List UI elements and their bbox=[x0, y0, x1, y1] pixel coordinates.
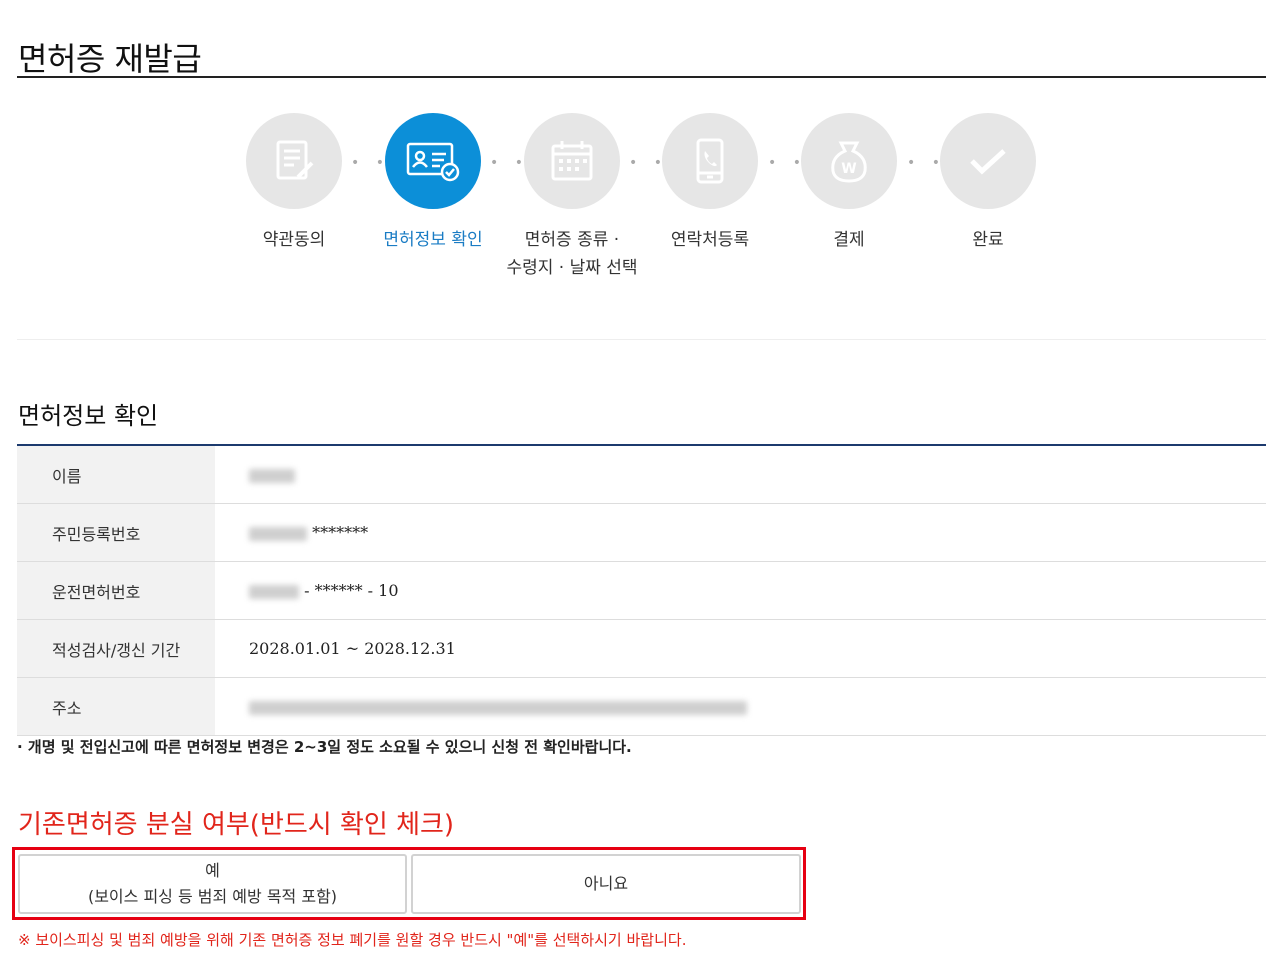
rrn-label: 주민등록번호 bbox=[17, 503, 215, 562]
yes-button-label: 예 bbox=[205, 861, 220, 880]
phone-icon bbox=[662, 113, 758, 209]
license-info-table: 이름 주민등록번호 ******* 운전면허번호 - ****** - 10 적… bbox=[17, 446, 1266, 736]
name-value bbox=[215, 446, 1266, 504]
yes-button[interactable]: 예 (보이스 피싱 등 범죄 예방 목적 포함) bbox=[18, 854, 407, 914]
table-row: 주소 bbox=[17, 677, 1266, 736]
step-type-place-date: 면허증 종류 · 수령지 · 날짜 선택 bbox=[502, 113, 642, 282]
step-label: 완료 bbox=[972, 230, 1004, 250]
step-license-info: 면허정보 확인 bbox=[363, 113, 503, 254]
license-number-value: - ****** - 10 bbox=[215, 561, 1266, 620]
address-label: 주소 bbox=[17, 677, 215, 736]
step-label: 약관동의 bbox=[262, 230, 326, 250]
step-contact: 연락처등록 bbox=[640, 113, 780, 254]
step-terms: 약관동의 bbox=[224, 113, 364, 254]
step-complete: 완료 bbox=[918, 113, 1058, 254]
voice-phishing-warning: ※ 보이스피싱 및 범죄 예방을 위해 기존 면허증 정보 폐기를 원할 경우 … bbox=[18, 931, 687, 949]
info-change-notice: · 개명 및 전입신고에 따른 면허정보 변경은 2~3일 정도 소요될 수 있… bbox=[17, 738, 632, 756]
license-number-label: 운전면허번호 bbox=[17, 561, 215, 620]
name-label: 이름 bbox=[17, 446, 215, 504]
table-row: 운전면허번호 - ****** - 10 bbox=[17, 561, 1266, 620]
table-row: 이름 bbox=[17, 446, 1266, 504]
no-button[interactable]: 아니요 bbox=[411, 854, 801, 914]
divider bbox=[17, 339, 1266, 340]
calendar-icon bbox=[524, 113, 620, 209]
lost-license-question: 기존면허증 분실 여부(반드시 확인 체크) bbox=[18, 810, 455, 840]
renewal-period-value: 2028.01.01 ~ 2028.12.31 bbox=[215, 619, 1266, 678]
rrn-value: ******* bbox=[215, 503, 1266, 562]
license-number-masked: - ****** - 10 bbox=[304, 581, 399, 600]
checkmark-icon bbox=[940, 113, 1036, 209]
step-payment: W 결제 bbox=[779, 113, 919, 254]
document-edit-icon bbox=[246, 113, 342, 209]
title-divider bbox=[17, 76, 1266, 78]
step-label: 결제 bbox=[833, 230, 865, 250]
renewal-period-label: 적성검사/갱신 기간 bbox=[17, 619, 215, 678]
step-label: 면허증 종류 · 수령지 · 날짜 선택 bbox=[502, 226, 642, 282]
id-card-check-icon bbox=[385, 113, 481, 209]
section-title: 면허정보 확인 bbox=[18, 402, 159, 430]
rrn-masked: ******* bbox=[312, 523, 369, 542]
step-label: 연락처등록 bbox=[670, 230, 750, 250]
money-bag-icon: W bbox=[801, 113, 897, 209]
table-row: 적성검사/갱신 기간 2028.01.01 ~ 2028.12.31 bbox=[17, 619, 1266, 678]
table-row: 주민등록번호 ******* bbox=[17, 503, 1266, 562]
svg-text:W: W bbox=[841, 161, 856, 177]
step-label-line1: 면허증 종류 · bbox=[524, 230, 620, 250]
step-label-line2: 수령지 · 날짜 선택 bbox=[506, 258, 638, 278]
no-button-label: 아니요 bbox=[583, 874, 629, 893]
yes-button-sublabel: (보이스 피싱 등 범죄 예방 목적 포함) bbox=[87, 887, 338, 906]
step-label: 면허정보 확인 bbox=[383, 230, 483, 250]
address-value bbox=[215, 677, 1266, 736]
